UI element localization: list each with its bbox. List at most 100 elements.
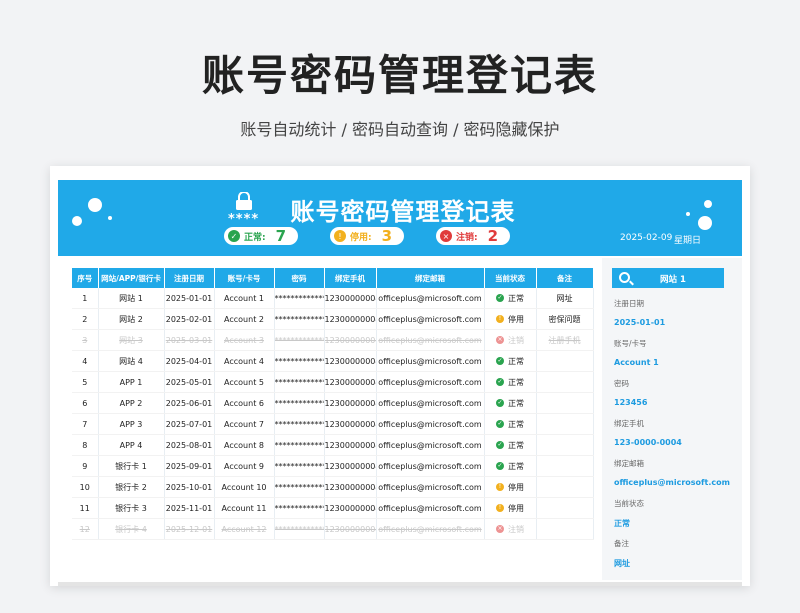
cell-account[interactable]: Account 5 bbox=[214, 371, 275, 393]
cell-site[interactable]: 银行卡 4 bbox=[98, 518, 165, 540]
cell-note[interactable] bbox=[536, 455, 594, 477]
column-header[interactable]: 账号/卡号 bbox=[214, 268, 275, 288]
cell-email[interactable]: officeplus@microsoft.com bbox=[376, 455, 485, 477]
table-row[interactable]: 5 APP 1 2025-05-01 Account 5 ************* 12… bbox=[72, 371, 594, 393]
column-header[interactable]: 绑定邮箱 bbox=[376, 268, 485, 288]
cell-date[interactable]: 2025-02-01 bbox=[164, 308, 215, 330]
cell-date[interactable]: 2025-12-01 bbox=[164, 518, 215, 540]
cell-date[interactable]: 2025-06-01 bbox=[164, 392, 215, 414]
cell-phone[interactable]: 12300000004 bbox=[324, 371, 377, 393]
status-cell[interactable]: ✓ 正常 bbox=[484, 371, 537, 393]
cell-date[interactable]: 2025-05-01 bbox=[164, 371, 215, 393]
cell-password[interactable]: ************* bbox=[274, 350, 325, 372]
field-value[interactable]: 2025-01-01 bbox=[614, 318, 665, 327]
table-row[interactable]: 4 网站 4 2025-04-01 Account 4 ************* 123… bbox=[72, 350, 594, 372]
column-header[interactable]: 密码 bbox=[274, 268, 325, 288]
table-row[interactable]: 12 银行卡 4 2025-12-01 Account 12 *************… bbox=[72, 518, 594, 540]
table-row[interactable]: 10 银行卡 2 2025-10-01 Account 10 *************… bbox=[72, 476, 594, 498]
column-header[interactable]: 当前状态 bbox=[484, 268, 537, 288]
cell-no[interactable]: 6 bbox=[72, 392, 99, 414]
column-header[interactable]: 绑定手机 bbox=[324, 268, 377, 288]
cell-date[interactable]: 2025-09-01 bbox=[164, 455, 215, 477]
lookup-selector[interactable]: 网站 1 bbox=[612, 268, 724, 288]
cell-email[interactable]: officeplus@microsoft.com bbox=[376, 392, 485, 414]
cell-account[interactable]: Account 11 bbox=[214, 497, 275, 519]
cell-password[interactable]: ************* bbox=[274, 434, 325, 456]
cell-phone[interactable]: 12300000004 bbox=[324, 497, 377, 519]
status-cell[interactable]: ✓ 正常 bbox=[484, 392, 537, 414]
cell-site[interactable]: 银行卡 2 bbox=[98, 476, 165, 498]
cell-account[interactable]: Account 12 bbox=[214, 518, 275, 540]
cell-email[interactable]: officeplus@microsoft.com bbox=[376, 308, 485, 330]
cell-no[interactable]: 4 bbox=[72, 350, 99, 372]
column-header[interactable]: 备注 bbox=[536, 268, 594, 288]
cell-phone[interactable]: 12300000004 bbox=[324, 392, 377, 414]
cell-no[interactable]: 10 bbox=[72, 476, 99, 498]
cell-phone[interactable]: 12300000004 bbox=[324, 308, 377, 330]
cell-note[interactable]: 网址 bbox=[536, 288, 594, 309]
cell-email[interactable]: officeplus@microsoft.com bbox=[376, 350, 485, 372]
cell-email[interactable]: officeplus@microsoft.com bbox=[376, 434, 485, 456]
field-value[interactable]: 123456 bbox=[614, 398, 647, 407]
column-header[interactable]: 序号 bbox=[72, 268, 99, 288]
cell-note[interactable]: 注册手机 bbox=[536, 329, 594, 351]
cell-account[interactable]: Account 9 bbox=[214, 455, 275, 477]
cell-password[interactable]: ************* bbox=[274, 371, 325, 393]
cell-no[interactable]: 1 bbox=[72, 288, 99, 309]
status-cell[interactable]: ! 停用 bbox=[484, 476, 537, 498]
cell-email[interactable]: officeplus@microsoft.com bbox=[376, 371, 485, 393]
status-cell[interactable]: ! 停用 bbox=[484, 497, 537, 519]
cell-phone[interactable]: 12300000004 bbox=[324, 455, 377, 477]
cell-phone[interactable]: 12300000004 bbox=[324, 518, 377, 540]
cell-phone[interactable]: 12300000004 bbox=[324, 413, 377, 435]
column-header[interactable]: 注册日期 bbox=[164, 268, 215, 288]
cell-password[interactable]: ************* bbox=[274, 288, 325, 309]
cell-password[interactable]: ************* bbox=[274, 329, 325, 351]
cell-no[interactable]: 7 bbox=[72, 413, 99, 435]
cell-date[interactable]: 2025-08-01 bbox=[164, 434, 215, 456]
cell-password[interactable]: ************* bbox=[274, 518, 325, 540]
cell-email[interactable]: officeplus@microsoft.com bbox=[376, 518, 485, 540]
cell-site[interactable]: 网站 4 bbox=[98, 350, 165, 372]
column-header[interactable]: 网站/APP/银行卡 bbox=[98, 268, 165, 288]
table-row[interactable]: 11 银行卡 3 2025-11-01 Account 11 *************… bbox=[72, 497, 594, 519]
cell-site[interactable]: 银行卡 3 bbox=[98, 497, 165, 519]
cell-password[interactable]: ************* bbox=[274, 455, 325, 477]
cell-password[interactable]: ************* bbox=[274, 476, 325, 498]
cell-date[interactable]: 2025-03-01 bbox=[164, 329, 215, 351]
cell-no[interactable]: 3 bbox=[72, 329, 99, 351]
cell-site[interactable]: APP 4 bbox=[98, 434, 165, 456]
status-cell[interactable]: ✓ 正常 bbox=[484, 455, 537, 477]
field-value[interactable]: 正常 bbox=[614, 518, 630, 529]
cell-phone[interactable]: 12300000004 bbox=[324, 329, 377, 351]
cell-phone[interactable]: 12300000004 bbox=[324, 434, 377, 456]
cell-date[interactable]: 2025-10-01 bbox=[164, 476, 215, 498]
cell-email[interactable]: officeplus@microsoft.com bbox=[376, 288, 485, 309]
cell-no[interactable]: 8 bbox=[72, 434, 99, 456]
table-row[interactable]: 8 APP 4 2025-08-01 Account 8 ************* 12… bbox=[72, 434, 594, 456]
cell-phone[interactable]: 12300000004 bbox=[324, 288, 377, 309]
cell-no[interactable]: 9 bbox=[72, 455, 99, 477]
field-value[interactable]: Account 1 bbox=[614, 358, 659, 367]
table-row[interactable]: 1 网站 1 2025-01-01 Account 1 ************* 123… bbox=[72, 288, 594, 309]
cell-email[interactable]: officeplus@microsoft.com bbox=[376, 413, 485, 435]
cell-note[interactable] bbox=[536, 476, 594, 498]
table-row[interactable]: 3 网站 3 2025-03-01 Account 3 ************* 123… bbox=[72, 329, 594, 351]
cell-phone[interactable]: 12300000004 bbox=[324, 476, 377, 498]
cell-no[interactable]: 12 bbox=[72, 518, 99, 540]
cell-password[interactable]: ************* bbox=[274, 413, 325, 435]
cell-note[interactable]: 密保问题 bbox=[536, 308, 594, 330]
field-value[interactable]: 网址 bbox=[614, 558, 630, 569]
cell-account[interactable]: Account 2 bbox=[214, 308, 275, 330]
cell-email[interactable]: officeplus@microsoft.com bbox=[376, 476, 485, 498]
horizontal-scrollbar[interactable] bbox=[58, 582, 742, 586]
status-cell[interactable]: × 注销 bbox=[484, 329, 537, 351]
cell-no[interactable]: 2 bbox=[72, 308, 99, 330]
cell-site[interactable]: 网站 1 bbox=[98, 288, 165, 309]
cell-note[interactable] bbox=[536, 371, 594, 393]
table-row[interactable]: 7 APP 3 2025-07-01 Account 7 ************* 12… bbox=[72, 413, 594, 435]
cell-site[interactable]: APP 2 bbox=[98, 392, 165, 414]
table-row[interactable]: 9 银行卡 1 2025-09-01 Account 9 ************* 12… bbox=[72, 455, 594, 477]
table-row[interactable]: 6 APP 2 2025-06-01 Account 6 ************* 12… bbox=[72, 392, 594, 414]
cell-account[interactable]: Account 10 bbox=[214, 476, 275, 498]
